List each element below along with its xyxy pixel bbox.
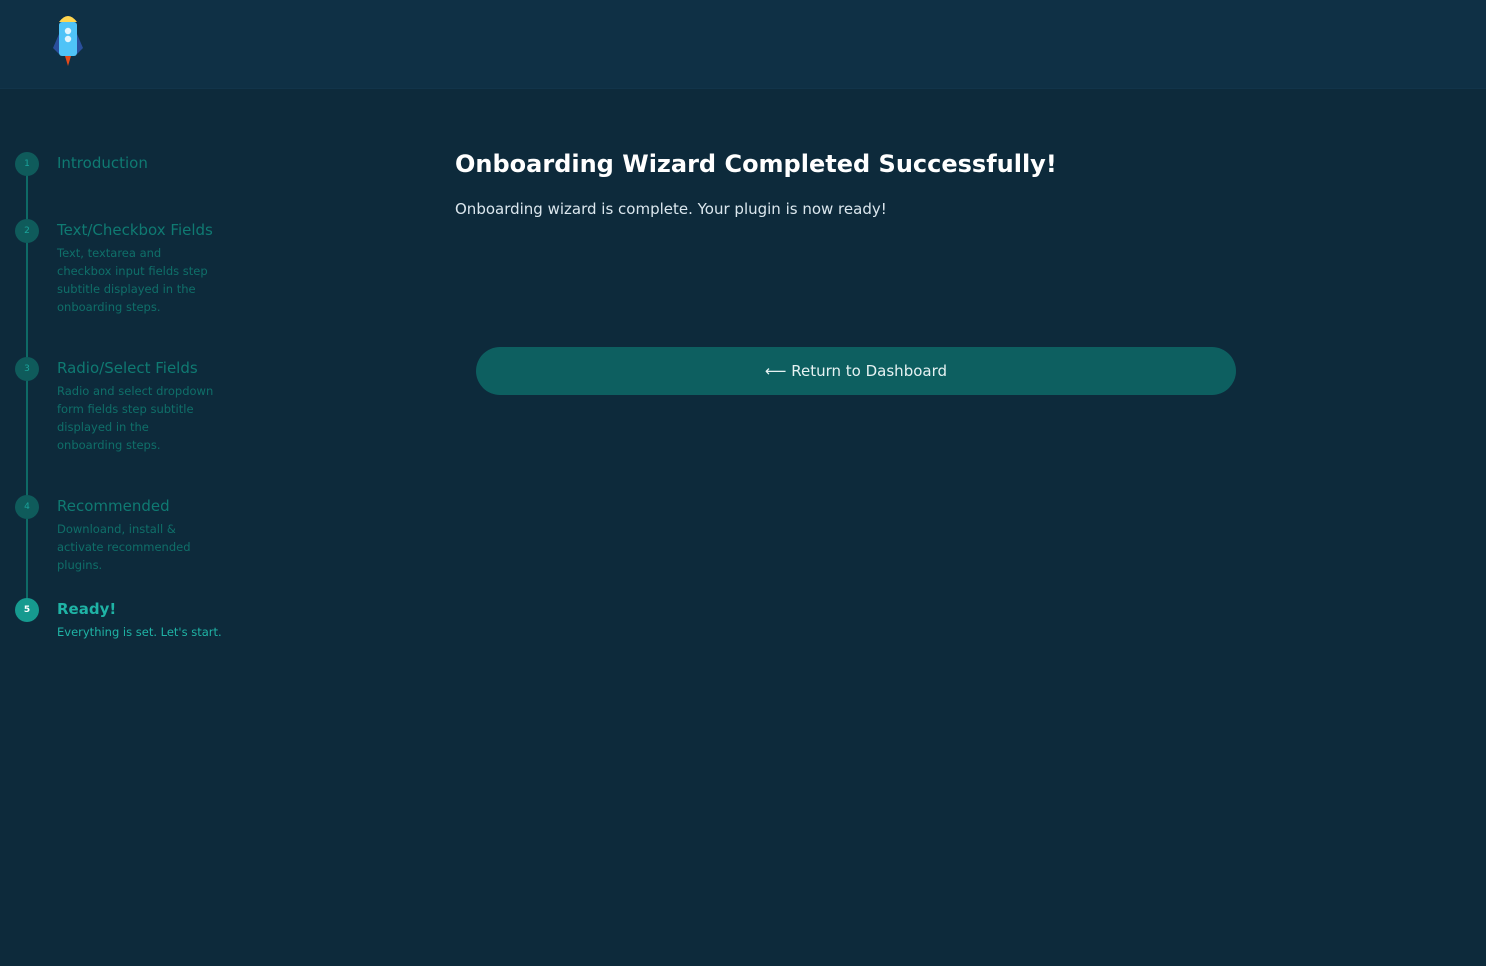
step-title: Ready! [57,600,117,618]
step-number-badge: 5 [15,598,39,622]
step-number-badge: 1 [15,152,39,176]
step-title: Radio/Select Fields [57,359,198,377]
step-title: Text/Checkbox Fields [57,221,213,239]
step-number-badge: 3 [15,357,39,381]
completion-message: Onboarding wizard is complete. Your plug… [455,200,887,218]
step-subtitle: Everything is set. Let's start. [57,625,222,639]
return-to-dashboard-button[interactable]: ⟵ Return to Dashboard [476,347,1236,395]
step-number-badge: 4 [15,495,39,519]
step-subtitle: Downloand, install & activate recommende… [57,522,191,572]
step-title: Recommended [57,497,170,515]
header [0,0,1486,89]
step-subtitle: Radio and select dropdown form fields st… [57,384,214,452]
step-subtitle: Text, textarea and checkbox input fields… [57,246,208,314]
step-number-badge: 2 [15,219,39,243]
page-title: Onboarding Wizard Completed Successfully… [455,150,1057,178]
rocket-icon[interactable] [48,10,88,68]
step-title: Introduction [57,154,148,172]
